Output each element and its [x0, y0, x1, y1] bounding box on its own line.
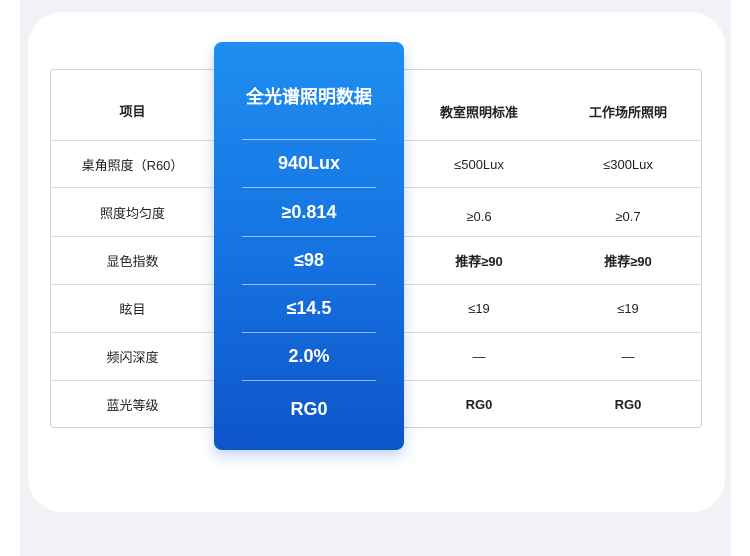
full-spectrum-value: RG0: [290, 398, 328, 419]
row-classroom-value: ≤19: [468, 301, 490, 316]
full-spectrum-column: 全光谱照明数据 940Lux ≥0.814 ≤98 ≤14.5 2.0% RG0: [214, 42, 404, 450]
row-item-label: 桌角照度（R60）: [81, 157, 184, 173]
column-divider: [242, 380, 376, 381]
row-workplace-value: ≥0.7: [615, 208, 641, 224]
row-classroom-value: RG0: [465, 397, 493, 412]
row-classroom-value: 推荐≥90: [455, 254, 503, 269]
row-workplace-value: ≤19: [617, 301, 639, 316]
row-workplace-value: ≤300Lux: [603, 156, 653, 172]
full-spectrum-value: ≥0.814: [281, 201, 337, 222]
row-item-label: 显色指数: [106, 254, 159, 269]
full-spectrum-value: 940Lux: [277, 152, 341, 173]
header-item: 项目: [119, 103, 146, 119]
row-item-label: 照度均匀度: [99, 205, 165, 221]
row-classroom-value: —: [472, 349, 486, 364]
row-item-label: 眩目: [119, 302, 146, 317]
row-item-label: 蓝光等级: [106, 398, 159, 413]
row-workplace-value: —: [621, 349, 635, 364]
full-spectrum-value: 2.0%: [288, 346, 330, 366]
row-workplace-value: 推荐≥90: [604, 254, 652, 269]
header-classroom: 教室照明标准: [439, 104, 518, 120]
header-full-spectrum: 全光谱照明数据: [246, 87, 372, 107]
full-spectrum-value: ≤98: [294, 250, 324, 270]
header-workplace: 工作场所照明: [588, 104, 667, 120]
row-workplace-value: RG0: [614, 397, 642, 412]
full-spectrum-value: ≤14.5: [286, 298, 332, 318]
row-classroom-value: ≤500Lux: [454, 156, 504, 172]
row-classroom-value: ≥0.6: [466, 208, 492, 224]
row-item-label: 频闪深度: [106, 350, 159, 365]
